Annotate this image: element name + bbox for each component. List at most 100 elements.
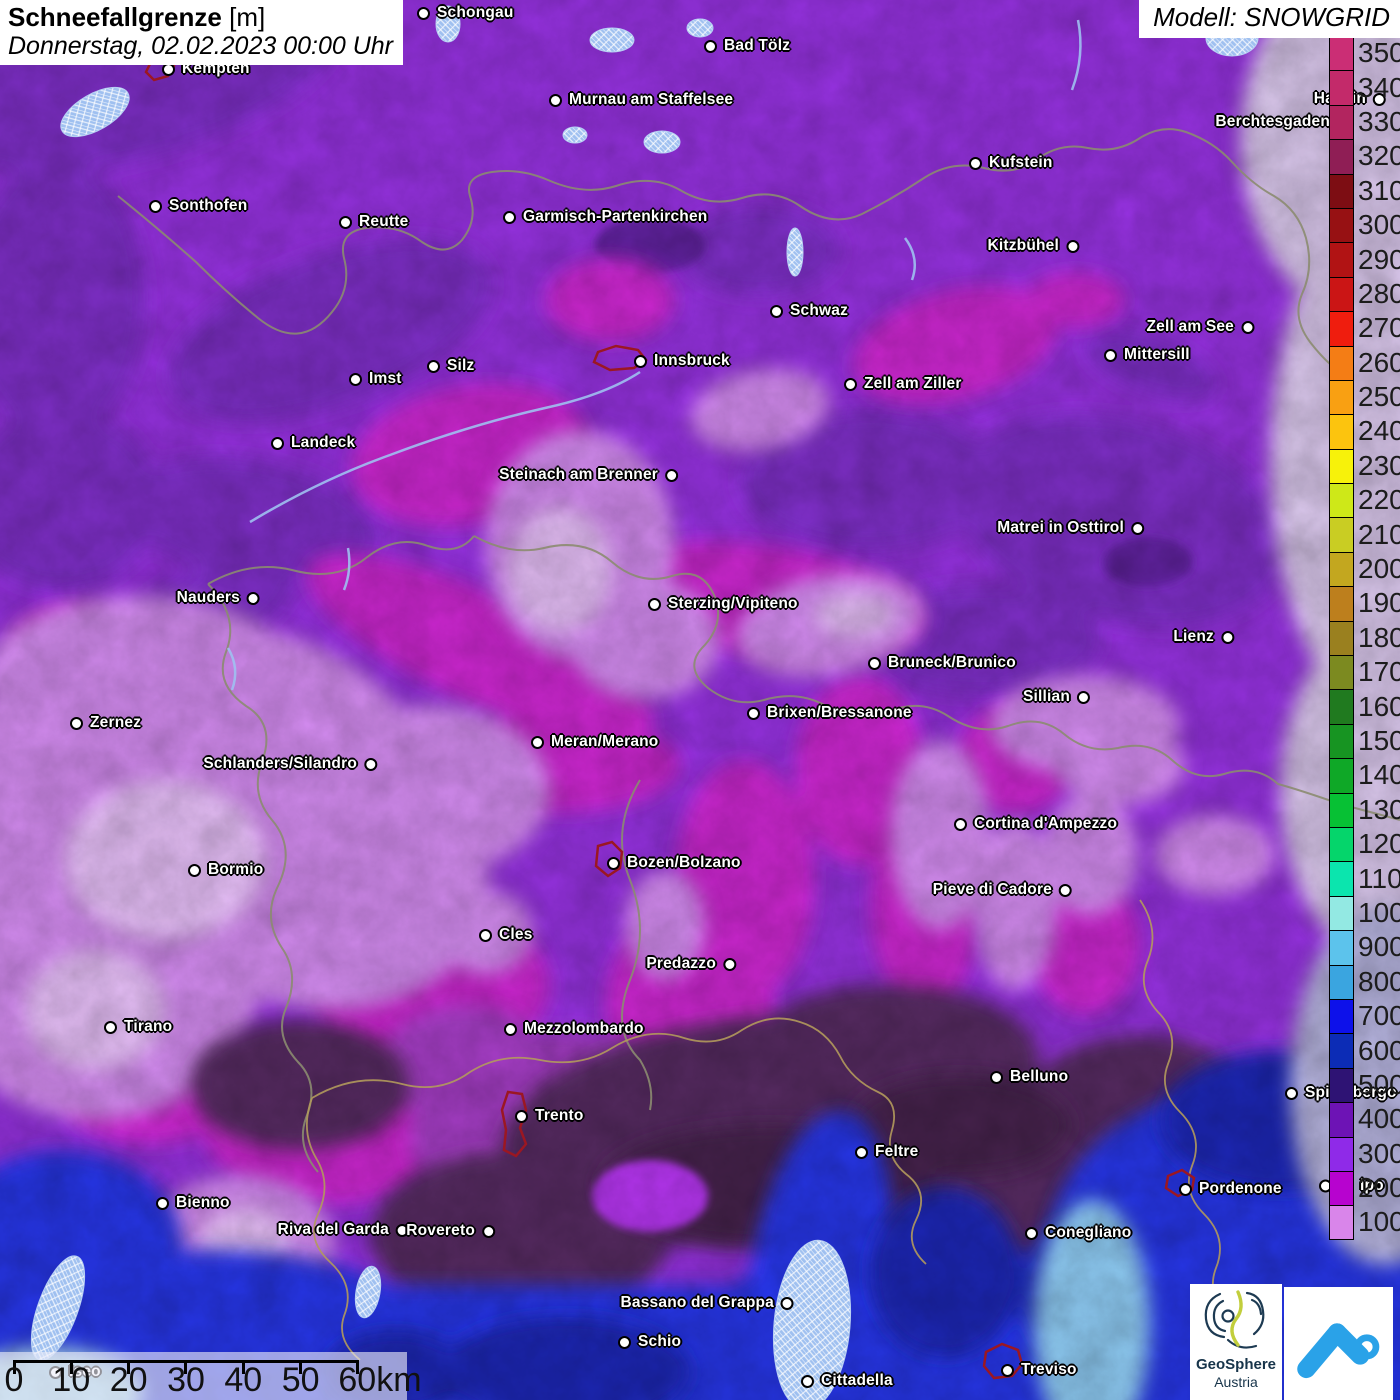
- colorbar-segment: 2400: [1329, 414, 1400, 448]
- colorbar-value: 400: [1358, 1105, 1400, 1133]
- colorbar-segment: 800: [1329, 965, 1400, 999]
- city-marker-dot: [618, 1336, 631, 1349]
- city-label: Sterzing/Vipiteno: [648, 595, 798, 613]
- city-marker-dot: [515, 1110, 528, 1123]
- colorbar-value: 2700: [1358, 314, 1400, 342]
- title-text: Schneefallgrenze: [8, 2, 222, 32]
- city-marker-dot: [634, 355, 647, 368]
- city-marker-dot: [549, 94, 562, 107]
- city-name: Cittadella: [821, 1372, 893, 1390]
- colorbar-value: 1200: [1358, 830, 1400, 858]
- colorbar-segment: 1000: [1329, 896, 1400, 930]
- city-marker-dot: [70, 717, 83, 730]
- city-name: Mittersill: [1124, 346, 1190, 364]
- colorbar-segment: 200: [1329, 1171, 1400, 1205]
- geosphere-austria-logo: GeoSphere Austria: [1190, 1284, 1282, 1400]
- city-name: Bienno: [176, 1194, 230, 1212]
- city-label: Bormio: [188, 861, 263, 879]
- colorbar-segment: 600: [1329, 1033, 1400, 1067]
- city-name: Zell am Ziller: [864, 375, 962, 393]
- city-label: Kitzbühel: [987, 237, 1079, 255]
- colorbar-swatch: [1329, 965, 1354, 999]
- city-name: Matrei in Osttirol: [997, 519, 1124, 537]
- colorbar-value: 3000: [1358, 211, 1400, 239]
- city-marker-dot: [723, 958, 736, 971]
- colorbar-value: 600: [1358, 1037, 1400, 1065]
- city-name: Kufstein: [989, 154, 1053, 172]
- colorbar-segment: 400: [1329, 1102, 1400, 1136]
- city-label: Mezzolombardo: [504, 1020, 644, 1038]
- colorbar-swatch: [1329, 724, 1354, 758]
- geosphere-contour-icon: [1192, 1284, 1280, 1354]
- city-label: Mittersill: [1104, 346, 1190, 364]
- city-label: Cles: [479, 926, 533, 944]
- city-label: Meran/Merano: [531, 733, 658, 751]
- colorbar-segment: 2300: [1329, 449, 1400, 483]
- city-marker-dot: [1221, 631, 1234, 644]
- colorbar-swatch: [1329, 861, 1354, 895]
- colorbar-segment: 1600: [1329, 689, 1400, 723]
- scale-label: 0: [5, 1363, 24, 1399]
- colorbar-swatch: [1329, 689, 1354, 723]
- colorbar-segment: 2800: [1329, 277, 1400, 311]
- city-label-layer: SchongauBad TölzKemptenMurnau am Staffel…: [0, 0, 1400, 1400]
- colorbar-segment: 300: [1329, 1137, 1400, 1171]
- city-label: Bienno: [156, 1194, 230, 1212]
- colorbar-swatch: [1329, 139, 1354, 173]
- city-name: Innsbruck: [654, 352, 730, 370]
- city-label: Schwaz: [770, 302, 848, 320]
- city-label: Cortina d'Ampezzo: [954, 815, 1117, 833]
- city-name: Riva del Garda: [278, 1221, 389, 1239]
- colorbar-segment: 3000: [1329, 208, 1400, 242]
- city-name: Silz: [447, 357, 475, 375]
- city-label: Brixen/Bressanone: [747, 704, 912, 722]
- city-label: Rovereto: [406, 1222, 495, 1240]
- city-marker-dot: [271, 437, 284, 450]
- colorbar-value: 1800: [1358, 624, 1400, 652]
- colorbar-value: 3200: [1358, 142, 1400, 170]
- city-name: Lienz: [1173, 628, 1214, 646]
- valid-datetime: Donnerstag, 02.02.2023 00:00 Uhr: [8, 32, 393, 60]
- colorbar-swatch: [1329, 930, 1354, 964]
- colorbar-value: 1700: [1358, 658, 1400, 686]
- city-label: Pordenone: [1179, 1180, 1282, 1198]
- colorbar-value: 3100: [1358, 177, 1400, 205]
- city-name: Schwaz: [790, 302, 848, 320]
- city-marker-dot: [990, 1071, 1003, 1084]
- city-marker-dot: [479, 929, 492, 942]
- colorbar-value: 2500: [1358, 383, 1400, 411]
- scale-label: 40: [224, 1363, 262, 1399]
- city-label: Predazzo: [646, 955, 736, 973]
- colorbar-swatch: [1329, 1033, 1354, 1067]
- city-label: Murnau am Staffelsee: [549, 91, 733, 109]
- colorbar-value: 2400: [1358, 417, 1400, 445]
- colorbar-swatch: [1329, 1102, 1354, 1136]
- colorbar-swatch: [1329, 277, 1354, 311]
- colorbar-segment: 100: [1329, 1205, 1400, 1239]
- city-label: Pieve di Cadore: [933, 881, 1072, 899]
- city-name: Predazzo: [646, 955, 716, 973]
- city-label: Garmisch-Partenkirchen: [503, 208, 707, 226]
- colorbar-value: 2100: [1358, 521, 1400, 549]
- city-name: Conegliano: [1045, 1224, 1131, 1242]
- city-name: Bormio: [208, 861, 263, 879]
- city-label: Landeck: [271, 434, 355, 452]
- colorbar-value: 1900: [1358, 589, 1400, 617]
- colorbar-segment: 1200: [1329, 827, 1400, 861]
- colorbar-segment: 2900: [1329, 242, 1400, 276]
- colorbar-value: 200: [1358, 1174, 1400, 1202]
- colorbar-swatch: [1329, 70, 1354, 104]
- colorbar-segment: 1400: [1329, 758, 1400, 792]
- city-marker-dot: [427, 360, 440, 373]
- colorbar-segment: 3400: [1329, 70, 1400, 104]
- colorbar-segment: 1300: [1329, 793, 1400, 827]
- city-marker-dot: [149, 200, 162, 213]
- city-name: Cles: [499, 926, 533, 944]
- city-marker-dot: [868, 657, 881, 670]
- city-label: Imst: [349, 370, 402, 388]
- city-name: Imst: [369, 370, 402, 388]
- city-label: Belluno: [990, 1068, 1068, 1086]
- city-name: Pieve di Cadore: [933, 881, 1052, 899]
- city-label: Silz: [427, 357, 475, 375]
- colorbar-swatch: [1329, 346, 1354, 380]
